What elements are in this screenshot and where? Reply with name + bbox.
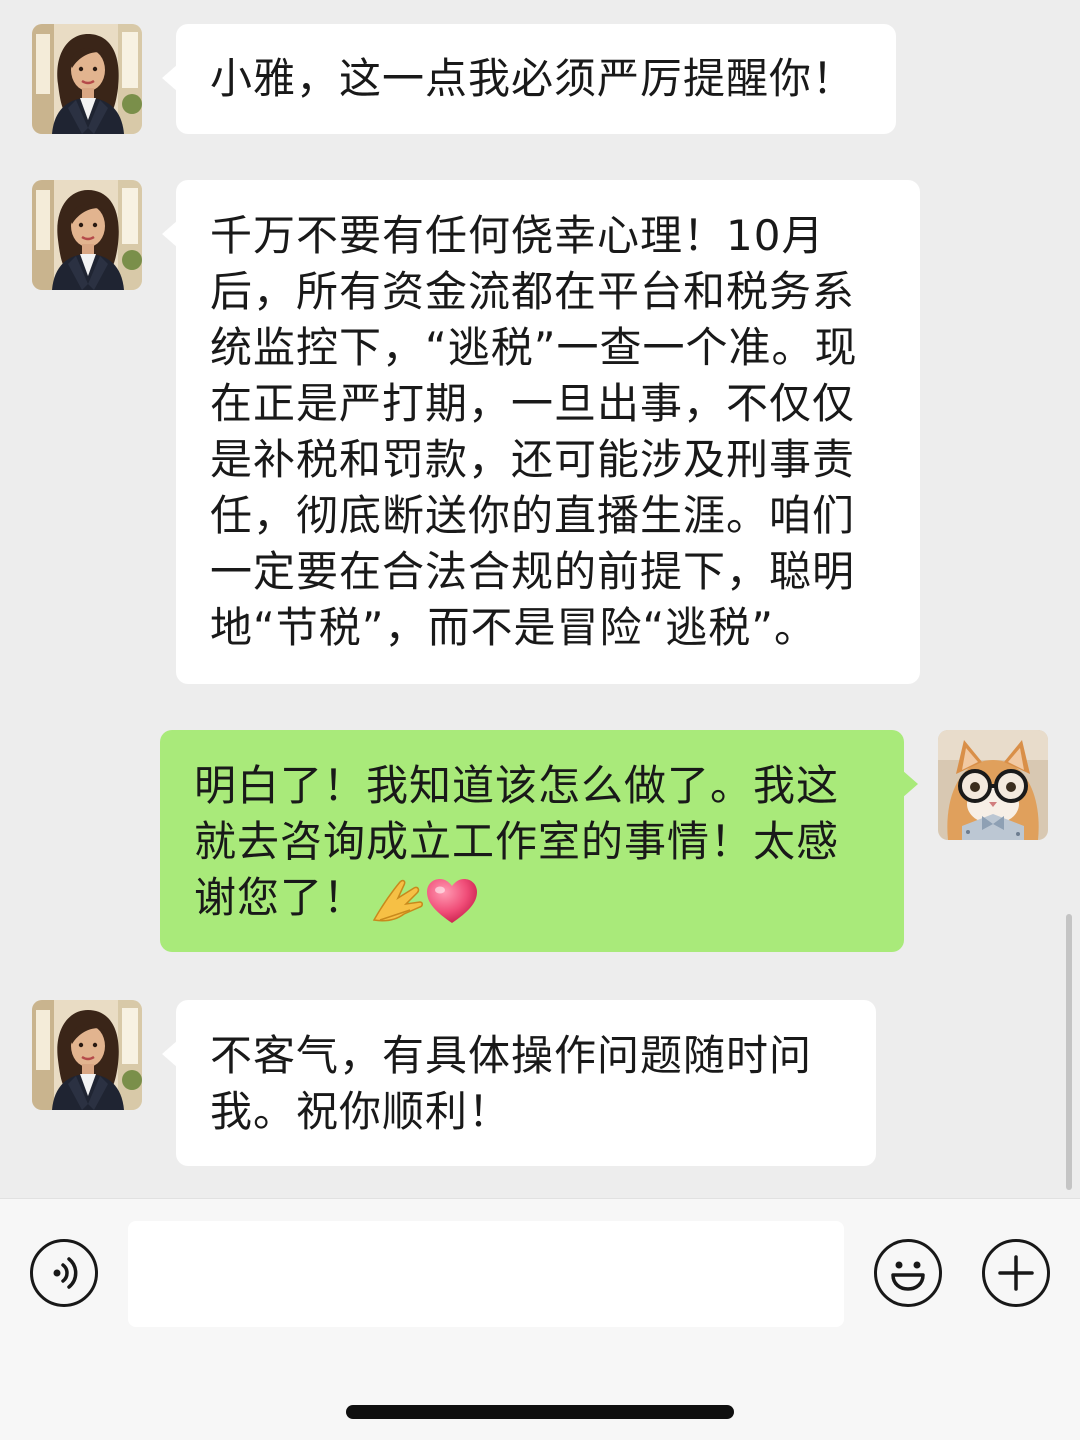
- message-bubble-outgoing[interactable]: 明白了！我知道该怎么做了。我这 就去咨询成立工作室的事情！太感 谢您了！: [160, 730, 918, 952]
- message-text: 任，彻底断送你的直播生涯。咱们: [210, 491, 856, 540]
- woman-avatar[interactable]: [32, 180, 142, 290]
- message-bubble-incoming[interactable]: 千万不要有任何侥幸心理！10月 后，所有资金流都在平台和税务系 统监控下，“逃税…: [162, 180, 920, 684]
- message-last-line: 谢您了！: [194, 870, 870, 926]
- message-text: 后，所有资金流都在平台和税务系: [210, 267, 856, 316]
- chat-area[interactable]: 小雅，这一点我必须严厉提醒你！ 千万不要有任何侥幸心理！10月 后，所有资金流都…: [0, 0, 1080, 1198]
- plus-button[interactable]: [982, 1239, 1050, 1307]
- message-text: 就去咨询成立工作室的事情！太感: [194, 817, 840, 866]
- message-text: 不客气，有具体操作问题随时问: [210, 1031, 813, 1080]
- message-text: 千万不要有任何侥幸心理！10月: [210, 211, 825, 260]
- message-text: 小雅，这一点我必须严厉提醒你！: [210, 54, 856, 103]
- input-bar: [0, 1198, 1080, 1440]
- emoji-button[interactable]: [874, 1239, 942, 1307]
- message-text: 明白了！我知道该怎么做了。我这: [194, 761, 840, 810]
- home-indicator[interactable]: [346, 1405, 734, 1419]
- folded-hands-emoji: [372, 879, 424, 921]
- message-text: 我。祝你顺利！: [210, 1087, 512, 1136]
- scrollbar[interactable]: [1066, 914, 1072, 1190]
- message-text: 地“节税”，而不是冒险“逃税”。: [210, 603, 818, 652]
- message-bubble-incoming[interactable]: 小雅，这一点我必须严厉提醒你！: [162, 24, 896, 134]
- message-text: 是补税和罚款，还可能涉及刑事责: [210, 435, 856, 484]
- emoji-icon: [891, 1261, 925, 1291]
- message-text: 统监控下，“逃税”一查一个准。现: [210, 323, 858, 372]
- message-bubble-incoming[interactable]: 不客气，有具体操作问题随时问 我。祝你顺利！: [162, 1000, 876, 1166]
- message-text: 一定要在合法合规的前提下，聪明: [210, 547, 856, 596]
- message-text: 谢您了！: [194, 873, 367, 922]
- woman-avatar[interactable]: [32, 1000, 142, 1110]
- woman-avatar[interactable]: [32, 24, 142, 134]
- plus-icon: [998, 1255, 1034, 1291]
- voice-icon: [53, 1257, 78, 1289]
- heart-emoji: [427, 878, 478, 923]
- message-text: 在正是严打期，一旦出事，不仅仅: [210, 379, 856, 428]
- message-input[interactable]: [128, 1221, 844, 1327]
- voice-button[interactable]: [30, 1239, 98, 1307]
- cat-avatar[interactable]: [938, 730, 1048, 840]
